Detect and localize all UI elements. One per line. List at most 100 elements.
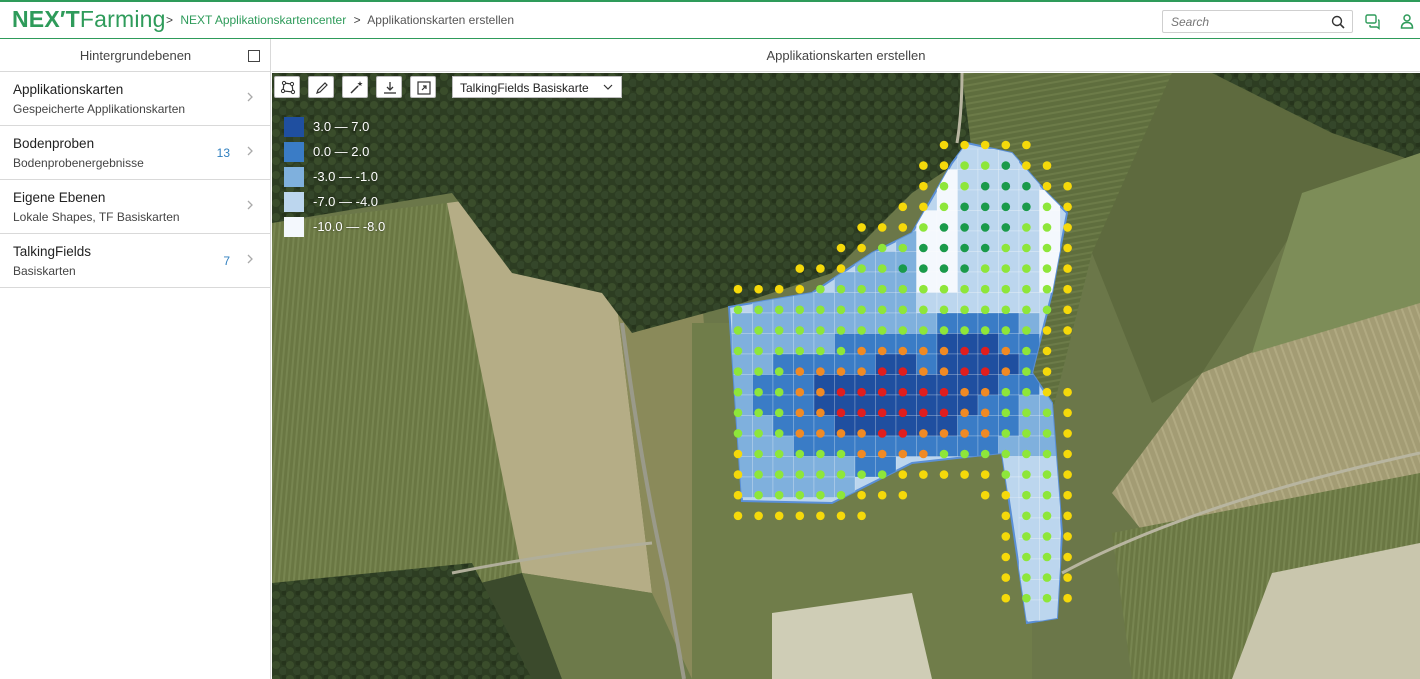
sample-point[interactable] — [960, 243, 969, 253]
sample-point[interactable] — [1001, 284, 1011, 294]
sample-point[interactable] — [919, 243, 928, 253]
sample-point[interactable] — [1022, 140, 1031, 150]
sample-point[interactable] — [1022, 532, 1031, 541]
sample-point[interactable] — [939, 387, 949, 397]
sample-point[interactable] — [733, 470, 743, 479]
sample-point[interactable] — [774, 387, 784, 397]
sample-point[interactable] — [960, 429, 969, 438]
sample-point[interactable] — [898, 264, 908, 273]
sample-point[interactable] — [919, 181, 928, 191]
sample-point[interactable] — [857, 408, 866, 418]
sample-point[interactable] — [836, 326, 846, 335]
sample-point[interactable] — [795, 367, 805, 376]
sample-point[interactable] — [898, 408, 908, 418]
sample-point[interactable] — [939, 243, 949, 253]
sample-point[interactable] — [960, 326, 969, 335]
chat-icon[interactable] — [1364, 12, 1382, 30]
sample-point[interactable] — [816, 387, 825, 397]
sample-point[interactable] — [1063, 408, 1072, 418]
sample-point[interactable] — [795, 429, 805, 438]
sample-point[interactable] — [898, 449, 908, 459]
sample-point[interactable] — [795, 264, 805, 273]
sample-point[interactable] — [836, 429, 846, 438]
sample-point[interactable] — [919, 346, 928, 356]
sample-point[interactable] — [960, 367, 969, 376]
sidebar-item-talkingfields[interactable]: TalkingFields Basiskarten 7 — [0, 234, 270, 288]
sample-point[interactable] — [1063, 305, 1072, 315]
sample-point[interactable] — [1042, 408, 1052, 418]
sample-point[interactable] — [795, 511, 805, 521]
sample-point[interactable] — [733, 346, 743, 356]
sample-point[interactable] — [857, 284, 866, 294]
sample-point[interactable] — [877, 305, 887, 315]
sample-point[interactable] — [898, 429, 908, 438]
sample-point[interactable] — [980, 346, 990, 356]
sample-point[interactable] — [980, 305, 990, 315]
sample-point[interactable] — [1022, 202, 1031, 212]
sample-point[interactable] — [980, 140, 990, 150]
sample-point[interactable] — [1063, 243, 1072, 253]
sample-point[interactable] — [857, 264, 866, 273]
sample-point[interactable] — [1063, 326, 1072, 335]
sample-point[interactable] — [816, 511, 825, 521]
sample-point[interactable] — [754, 429, 763, 438]
sample-point[interactable] — [1042, 429, 1052, 438]
sample-point[interactable] — [939, 429, 949, 438]
sample-point[interactable] — [877, 264, 887, 273]
sample-point[interactable] — [836, 305, 846, 315]
sample-point[interactable] — [1001, 140, 1011, 150]
sample-point[interactable] — [919, 429, 928, 438]
sample-point[interactable] — [816, 305, 825, 315]
sample-point[interactable] — [1001, 449, 1011, 459]
sample-point[interactable] — [898, 470, 908, 479]
sample-point[interactable] — [816, 449, 825, 459]
sample-point[interactable] — [857, 490, 866, 500]
sample-point[interactable] — [816, 490, 825, 500]
sample-point[interactable] — [877, 346, 887, 356]
sample-point[interactable] — [816, 470, 825, 479]
sample-point[interactable] — [857, 429, 866, 438]
sample-point[interactable] — [919, 408, 928, 418]
sample-point[interactable] — [1022, 552, 1031, 562]
sample-point[interactable] — [919, 326, 928, 335]
edit-button[interactable] — [308, 76, 334, 98]
sample-point[interactable] — [754, 346, 763, 356]
sample-point[interactable] — [1001, 552, 1011, 562]
sample-point[interactable] — [980, 408, 990, 418]
sample-point[interactable] — [1001, 223, 1011, 232]
sample-point[interactable] — [836, 284, 846, 294]
sample-point[interactable] — [754, 326, 763, 335]
sample-point[interactable] — [960, 202, 969, 212]
sample-point[interactable] — [980, 367, 990, 376]
sample-point[interactable] — [877, 470, 887, 479]
sample-point[interactable] — [1001, 490, 1011, 500]
sample-point[interactable] — [980, 490, 990, 500]
sample-point[interactable] — [1001, 346, 1011, 356]
sample-point[interactable] — [980, 202, 990, 212]
sample-point[interactable] — [754, 284, 763, 294]
sample-point[interactable] — [919, 387, 928, 397]
sample-point[interactable] — [1063, 490, 1072, 500]
sample-point[interactable] — [980, 161, 990, 170]
sample-point[interactable] — [733, 408, 743, 418]
sample-point[interactable] — [1022, 264, 1031, 273]
sample-point[interactable] — [836, 470, 846, 479]
sample-point[interactable] — [1001, 573, 1011, 582]
sample-point[interactable] — [816, 346, 825, 356]
sample-point[interactable] — [877, 429, 887, 438]
sample-point[interactable] — [1022, 346, 1031, 356]
sample-point[interactable] — [1042, 264, 1052, 273]
breadcrumb-link-center[interactable]: NEXT Applikationskartencenter — [180, 13, 346, 27]
sample-point[interactable] — [816, 408, 825, 418]
sample-point[interactable] — [774, 470, 784, 479]
sample-point[interactable] — [816, 264, 825, 273]
app-logo[interactable]: NEX′TFarming — [12, 6, 166, 33]
sample-point[interactable] — [939, 367, 949, 376]
sample-point[interactable] — [1063, 284, 1072, 294]
sample-point[interactable] — [836, 449, 846, 459]
sample-point[interactable] — [898, 305, 908, 315]
sample-point[interactable] — [1042, 346, 1052, 356]
sidebar-item-applikationskarten[interactable]: Applikationskarten Gespeicherte Applikat… — [0, 72, 270, 126]
satellite-map[interactable] — [272, 73, 1420, 679]
sample-point[interactable] — [980, 429, 990, 438]
